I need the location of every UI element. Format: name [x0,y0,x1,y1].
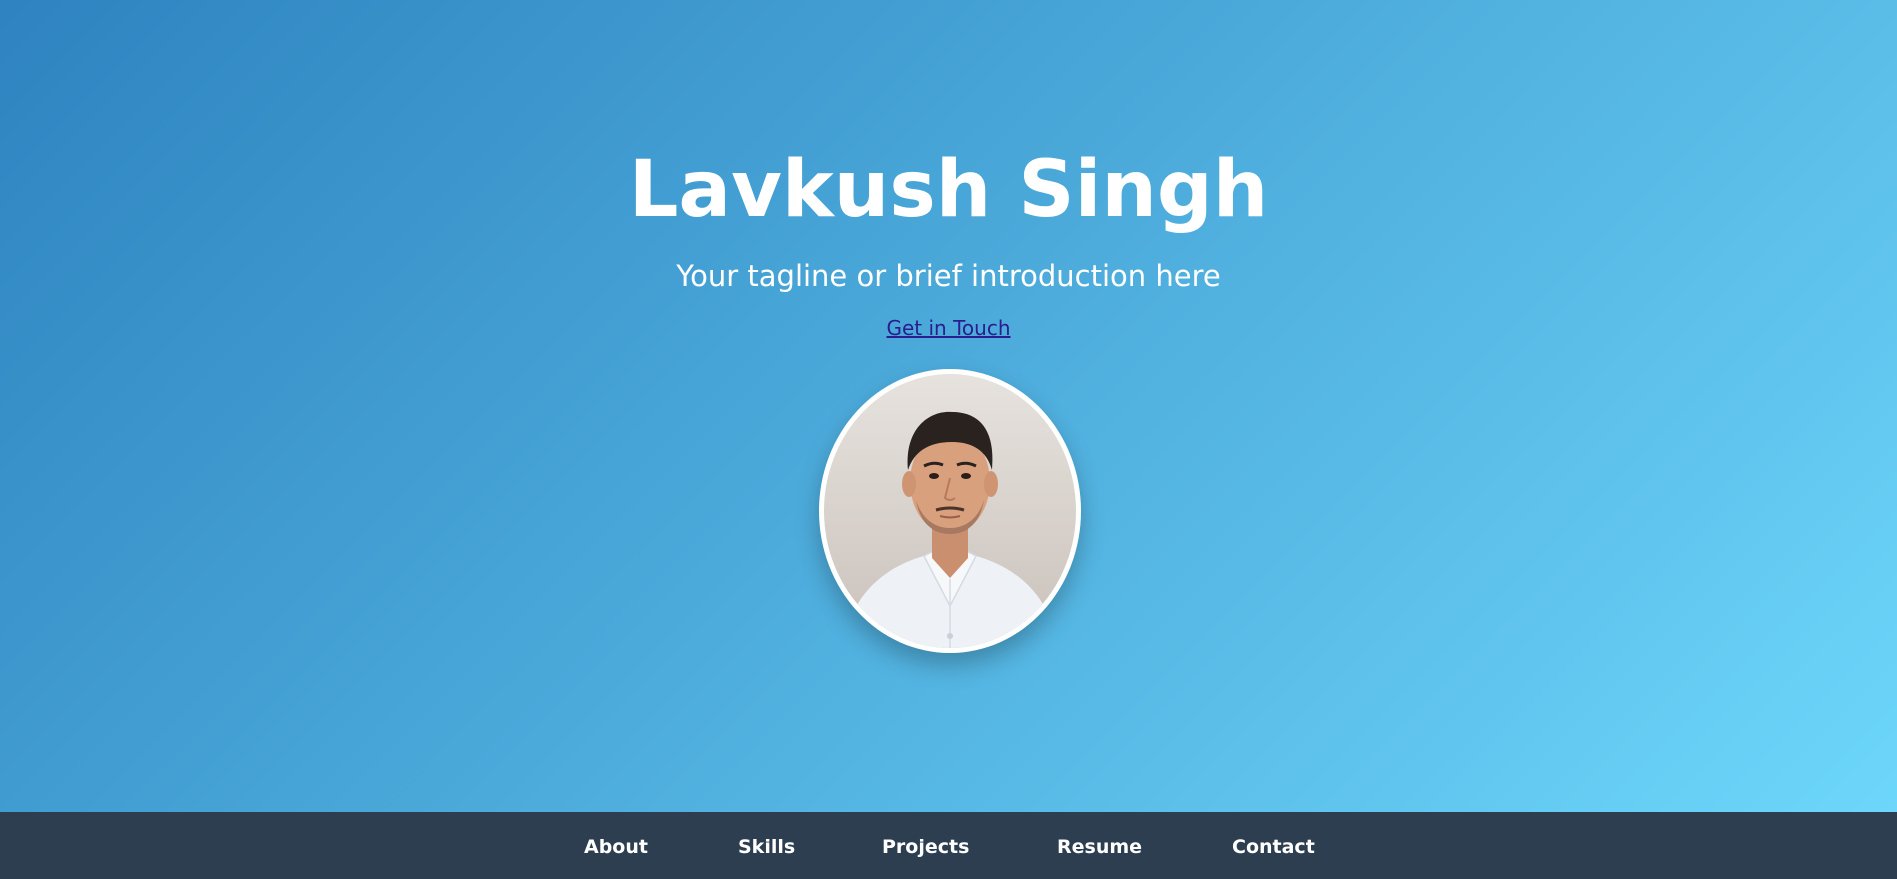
nav-projects[interactable]: Projects [882,812,969,879]
nav-resume[interactable]: Resume [1057,812,1142,879]
bottom-navbar: About Skills Projects Resume Contact [0,812,1897,879]
cta-container: Get in Touch [0,314,1897,342]
nav-about[interactable]: About [584,812,648,879]
hero-name: Lavkush Singh [628,145,1269,235]
profile-photo [819,369,1081,653]
nav-skills[interactable]: Skills [738,812,795,879]
nav-contact[interactable]: Contact [1232,812,1315,879]
get-in-touch-link[interactable]: Get in Touch [887,316,1011,340]
hero-tagline: Your tagline or brief introduction here [676,259,1221,293]
hero-section: Lavkush Singh Your tagline or brief intr… [0,0,1897,812]
profile-photo-illustration [844,411,1056,648]
